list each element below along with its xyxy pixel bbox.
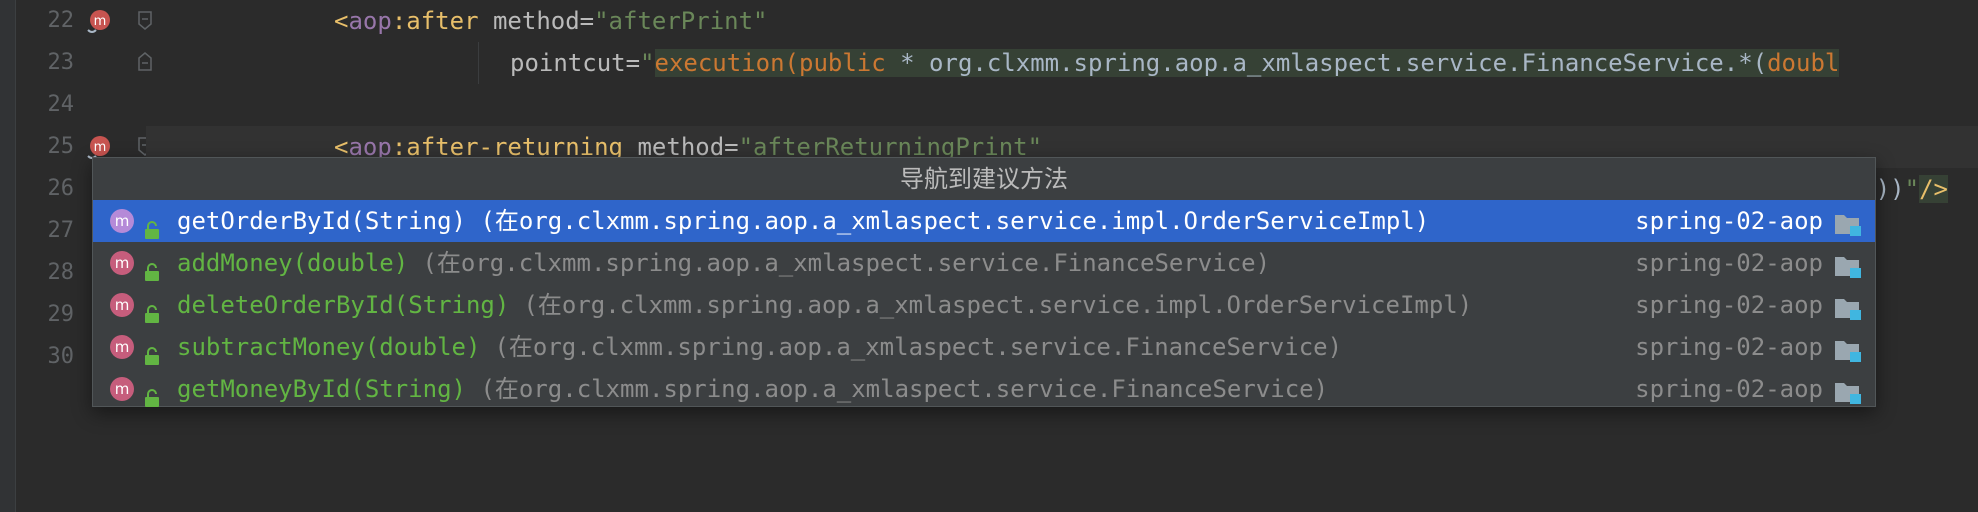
method-signature: subtractMoney(double) bbox=[177, 333, 481, 361]
public-lock-icon bbox=[143, 253, 161, 281]
tag-namespace: aop bbox=[348, 7, 392, 35]
method-signature: addMoney(double) bbox=[177, 249, 409, 277]
closing-parens: )) bbox=[1875, 175, 1905, 203]
attribute-value: "afterPrint" bbox=[594, 7, 768, 35]
tag-name: after bbox=[406, 7, 479, 35]
line-number: 29 bbox=[47, 302, 75, 327]
module-folder-icon bbox=[1833, 251, 1863, 278]
line-number: 25 bbox=[47, 134, 75, 159]
line-number: 23 bbox=[47, 50, 75, 75]
svg-text:m: m bbox=[94, 14, 107, 29]
method-signature: deleteOrderById(String) bbox=[177, 291, 510, 319]
attribute-quote: " bbox=[1904, 175, 1920, 203]
public-lock-icon bbox=[143, 379, 161, 407]
method-signature: getMoneyById(String) bbox=[177, 375, 466, 403]
line-number: 27 bbox=[47, 218, 75, 243]
advised-method-item[interactable]: m getOrderById(String) spring-02-aop (在org… bbox=[93, 200, 1875, 242]
code-line-23: pointcut="execution(public * org.clxmm.s… bbox=[146, 42, 1978, 84]
module-name: spring-02-aop bbox=[1635, 207, 1823, 235]
code-line-26-tail: ))"/> bbox=[1876, 168, 1948, 210]
method-location: (在org.clxmm.spring.aop.a_xmlaspect.servi… bbox=[509, 291, 1473, 319]
module-folder-icon bbox=[1833, 377, 1863, 404]
method-icon: m bbox=[110, 209, 134, 233]
module-name: spring-02-aop bbox=[1635, 375, 1823, 403]
method-icon: m bbox=[110, 377, 134, 401]
method-location: (在org.clxmm.spring.aop.a_xmlaspect.servi… bbox=[408, 249, 1271, 277]
svg-text:m: m bbox=[94, 140, 107, 155]
module-folder-icon bbox=[1833, 335, 1863, 362]
advised-method-item[interactable]: m subtractMoney(double) spring-02-aop (在or… bbox=[93, 326, 1875, 368]
module-name: spring-02-aop bbox=[1635, 333, 1823, 361]
attribute-name: method= bbox=[478, 7, 595, 35]
advised-method-item[interactable]: m deleteOrderById(String) spring-02-aop (在… bbox=[93, 284, 1875, 326]
code-line-22: <aop:after method="afterPrint" bbox=[146, 0, 1978, 42]
attribute-name: pointcut= bbox=[510, 49, 641, 77]
navigate-to-advised-method-popup: 导航到建议方法 m getOrderById(String) spring-02-a… bbox=[92, 157, 1876, 407]
pointcut-keyword: public bbox=[799, 49, 886, 77]
tag-colon: : bbox=[391, 7, 407, 35]
method-signature: getOrderById(String) bbox=[177, 207, 466, 235]
public-lock-icon bbox=[143, 337, 161, 365]
method-location: (在org.clxmm.spring.aop.a_xmlaspect.servi… bbox=[466, 207, 1430, 235]
pointcut-param: doubl bbox=[1767, 49, 1840, 77]
method-location: (在org.clxmm.spring.aop.a_xmlaspect.servi… bbox=[466, 375, 1329, 403]
line-number: 30 bbox=[47, 344, 75, 369]
public-lock-icon bbox=[143, 211, 161, 239]
attribute-quote: " bbox=[640, 49, 655, 77]
method-icon: m bbox=[110, 335, 134, 359]
pointcut-function: execution( bbox=[654, 49, 800, 77]
advised-method-item[interactable]: m getMoneyById(String) spring-02-aop (在org… bbox=[93, 368, 1875, 410]
left-tool-strip bbox=[0, 0, 16, 512]
module-name: spring-02-aop bbox=[1635, 291, 1823, 319]
tag-close: /> bbox=[1919, 175, 1948, 203]
popup-title: 导航到建议方法 bbox=[900, 165, 1068, 193]
pointcut-expression: * org.clxmm.spring.aop.a_xmlaspect.servi… bbox=[885, 49, 1768, 77]
method-location: (在org.clxmm.spring.aop.a_xmlaspect.servi… bbox=[480, 333, 1343, 361]
module-folder-icon bbox=[1833, 293, 1863, 320]
module-name: spring-02-aop bbox=[1635, 249, 1823, 277]
line-number: 24 bbox=[47, 92, 75, 117]
module-folder-icon bbox=[1833, 209, 1863, 236]
tag-open: < bbox=[334, 7, 349, 35]
method-icon: m bbox=[110, 251, 134, 275]
aspect-navigate-icon[interactable]: m bbox=[86, 8, 112, 34]
line-number: 28 bbox=[47, 260, 75, 285]
advised-method-list: m getOrderById(String) spring-02-aop (在org… bbox=[93, 200, 1875, 410]
advised-method-item[interactable]: m addMoney(double) spring-02-aop (在org.clx… bbox=[93, 242, 1875, 284]
line-number: 26 bbox=[47, 176, 75, 201]
line-number: 22 bbox=[47, 8, 75, 33]
method-icon: m bbox=[110, 293, 134, 317]
public-lock-icon bbox=[143, 295, 161, 323]
